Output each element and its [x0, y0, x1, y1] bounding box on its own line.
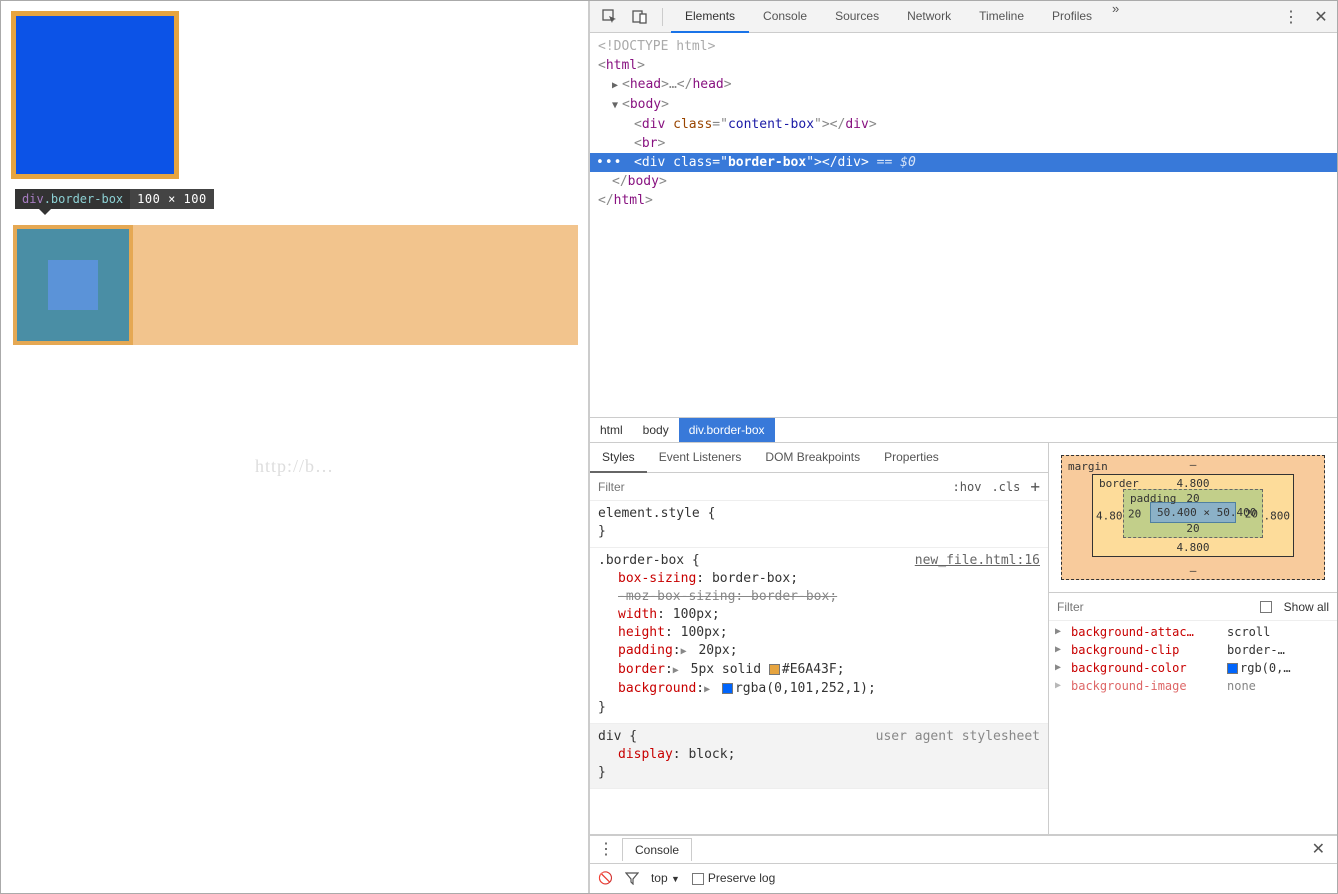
dom-html-open[interactable]: <html>: [590, 56, 1337, 75]
dom-body-close[interactable]: </body>: [590, 172, 1337, 191]
rule-div-ua[interactable]: div { user agent stylesheet display: blo…: [590, 724, 1048, 789]
page-viewport: div.border-box 100 × 100 http://b…: [1, 1, 590, 893]
close-icon[interactable]: ✕: [1311, 7, 1331, 27]
drawer-close-icon[interactable]: ✕: [1306, 839, 1331, 859]
tooltip-tag: div: [22, 192, 44, 206]
computed-row: ▶background-colorrgb(0,…: [1049, 659, 1337, 677]
subtab-event-listeners[interactable]: Event Listeners: [647, 443, 754, 472]
computed-row: ▶background-attac…scroll: [1049, 623, 1337, 641]
kebab-menu-icon[interactable]: ⋮: [1281, 7, 1301, 27]
tab-timeline[interactable]: Timeline: [965, 1, 1038, 33]
add-rule-icon[interactable]: +: [1030, 477, 1040, 496]
breadcrumb-html[interactable]: html: [590, 418, 633, 442]
dom-border-box-selected[interactable]: •••<div class="border-box"></div> == $0: [590, 153, 1337, 172]
tooltip-dimensions: 100 × 100: [130, 189, 214, 209]
breadcrumb: html body div.border-box: [590, 417, 1337, 443]
tab-elements[interactable]: Elements: [671, 1, 749, 33]
dom-body-open[interactable]: ▼<body>: [590, 95, 1337, 115]
filter-icon[interactable]: [625, 871, 639, 885]
dom-html-close[interactable]: </html>: [590, 191, 1337, 210]
devtools-toolbar: Elements Console Sources Network Timelin…: [590, 1, 1337, 33]
clear-console-icon[interactable]: 🚫: [598, 871, 613, 885]
tab-network[interactable]: Network: [893, 1, 965, 33]
drawer-menu-icon[interactable]: ⋮: [596, 839, 616, 859]
dom-content-box[interactable]: <div class="content-box"></div>: [590, 115, 1337, 134]
tab-profiles[interactable]: Profiles: [1038, 1, 1106, 33]
hov-toggle[interactable]: :hov: [953, 480, 982, 494]
show-all-checkbox[interactable]: [1260, 601, 1272, 613]
cls-toggle[interactable]: .cls: [991, 480, 1020, 494]
computed-filter-input[interactable]: [1057, 600, 1252, 614]
context-selector[interactable]: top ▼: [651, 871, 680, 885]
preserve-log-label: Preserve log: [708, 871, 775, 885]
rule-source-link[interactable]: new_file.html:16: [915, 552, 1040, 570]
element-tooltip: div.border-box 100 × 100: [15, 189, 214, 209]
inspected-overlay: [13, 225, 578, 345]
content-box-element: [11, 11, 179, 179]
devtools-panel: Elements Console Sources Network Timelin…: [590, 1, 1337, 893]
show-all-label: Show all: [1284, 600, 1329, 614]
dom-head[interactable]: ▶<head>…</head>: [590, 75, 1337, 95]
inspect-icon[interactable]: [596, 3, 624, 31]
color-swatch-icon[interactable]: [769, 664, 780, 675]
breadcrumb-body[interactable]: body: [633, 418, 679, 442]
tabs-more-icon[interactable]: »: [1106, 1, 1125, 33]
dom-br[interactable]: <br>: [590, 134, 1337, 153]
dom-tree[interactable]: <!DOCTYPE html> <html> ▶<head>…</head> ▼…: [590, 33, 1337, 417]
watermark-text: http://b…: [255, 456, 334, 477]
subtab-styles[interactable]: Styles: [590, 443, 647, 473]
tab-console[interactable]: Console: [749, 1, 821, 33]
styles-filter-input[interactable]: [598, 480, 943, 494]
computed-row: ▶background-clipborder-…: [1049, 641, 1337, 659]
computed-row: ▶background-imagenone: [1049, 677, 1337, 695]
preserve-log-checkbox[interactable]: [692, 873, 704, 885]
color-swatch-icon[interactable]: [722, 683, 733, 694]
style-rules: element.style { } .border-box { new_file…: [590, 501, 1048, 834]
tab-sources[interactable]: Sources: [821, 1, 893, 33]
box-model-content: 50.400 × 50.400: [1150, 502, 1236, 523]
subtab-properties[interactable]: Properties: [872, 443, 951, 472]
subtab-dom-breakpoints[interactable]: DOM Breakpoints: [753, 443, 872, 472]
dom-doctype: <!DOCTYPE html>: [590, 37, 1337, 56]
drawer-tab-console[interactable]: Console: [622, 838, 692, 861]
styles-subtabs: Styles Event Listeners DOM Breakpoints P…: [590, 443, 1048, 473]
computed-list[interactable]: ▶background-attac…scroll ▶background-cli…: [1049, 621, 1337, 834]
rule-border-box[interactable]: .border-box { new_file.html:16 box-sizin…: [590, 548, 1048, 724]
console-drawer: ⋮ Console ✕ 🚫 top ▼ Preserve log: [590, 835, 1337, 893]
box-model-diagram[interactable]: margin – – border 4.800 4.800 4.800 4.80…: [1049, 443, 1337, 593]
device-mode-icon[interactable]: [626, 3, 654, 31]
tooltip-class: .border-box: [44, 192, 123, 206]
ua-stylesheet-label: user agent stylesheet: [876, 728, 1040, 746]
rule-element-style[interactable]: element.style { }: [590, 501, 1048, 548]
breadcrumb-current[interactable]: div.border-box: [679, 418, 775, 442]
